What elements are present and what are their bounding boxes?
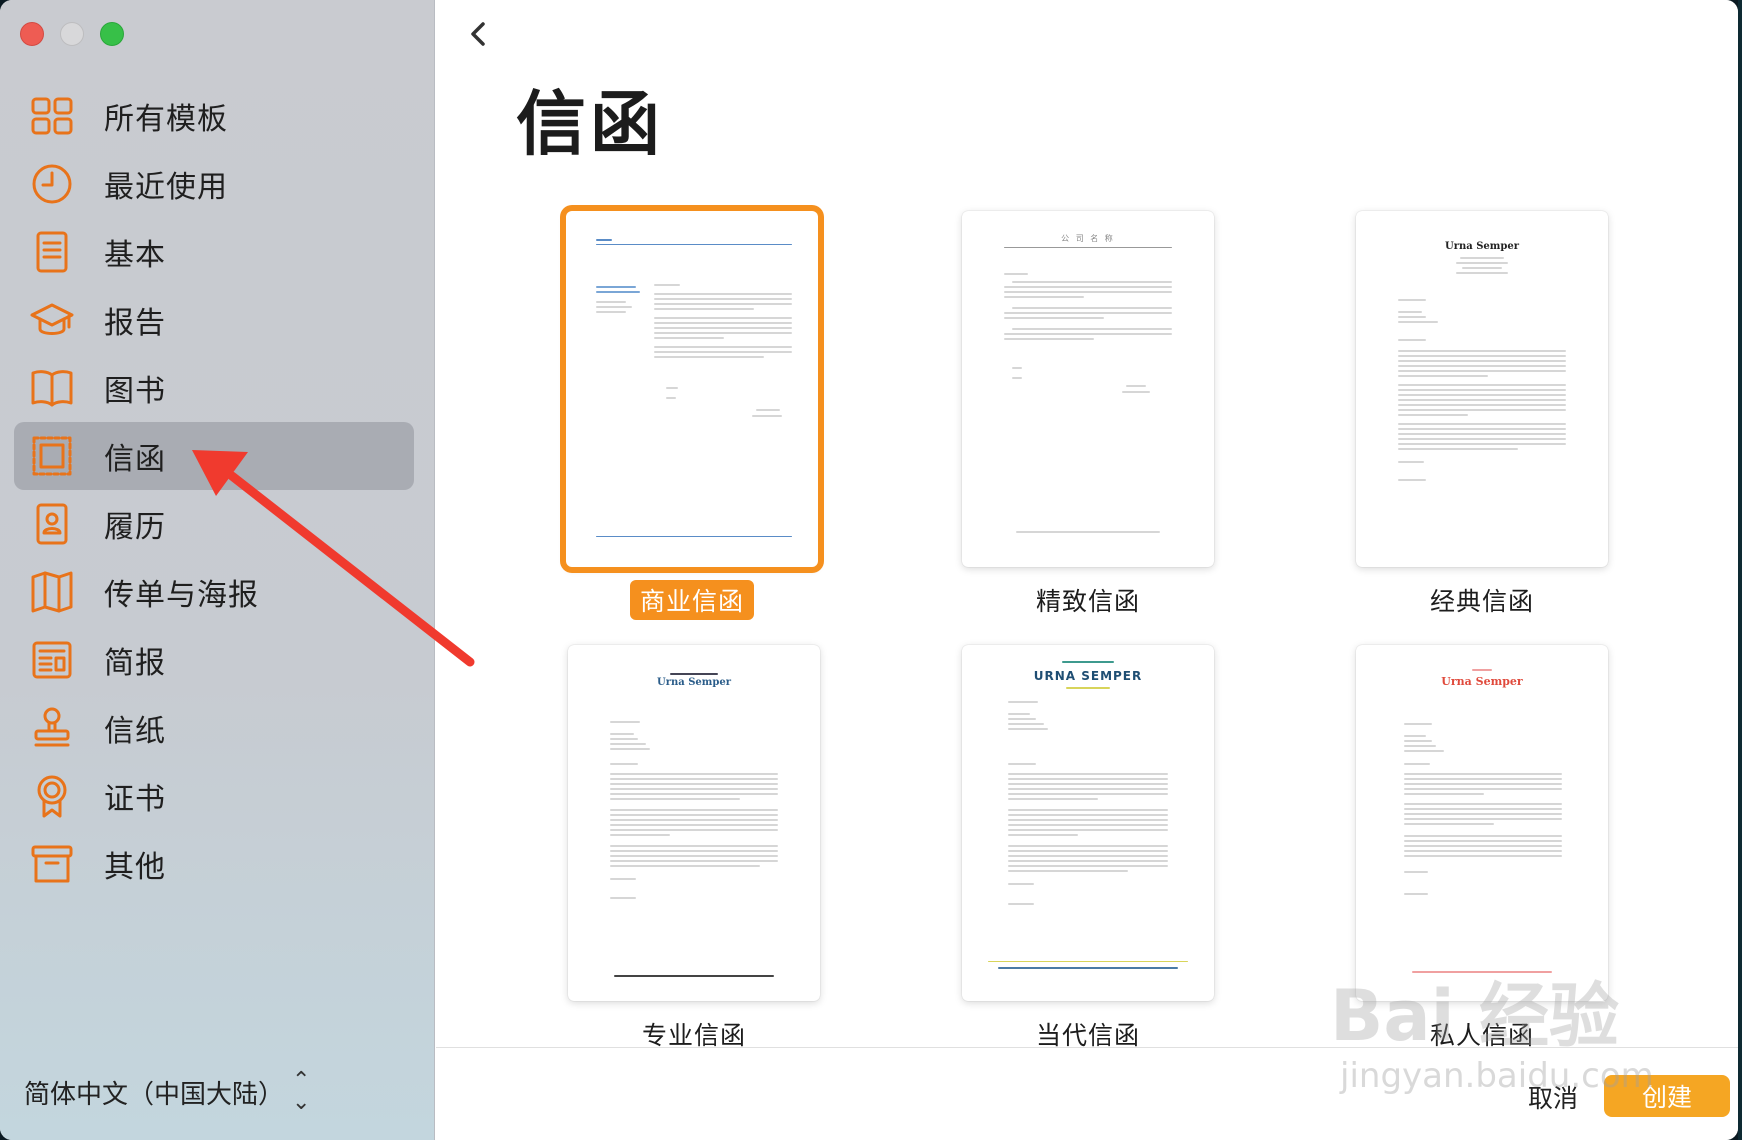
sidebar-item-label: 最近使用 xyxy=(104,170,228,205)
template-thumbnail-personal-letter[interactable]: Urna Semper xyxy=(1356,645,1608,1001)
sidebar-item-label: 其他 xyxy=(104,850,166,885)
book-icon xyxy=(28,364,76,412)
newsletter-icon xyxy=(28,636,76,684)
sidebar-item-label: 证书 xyxy=(104,782,166,817)
sidebar: 所有模板 最近使用 基本 报告 图书 信函 履历 传单与海报 简报 信纸 证书 … xyxy=(0,0,435,1140)
thumbnail-name: Urna Semper xyxy=(1444,241,1519,252)
thumbnail-company-name: 公 司 名 称 xyxy=(1061,234,1115,243)
sidebar-item-label: 履历 xyxy=(104,510,166,545)
graduation-cap-icon xyxy=(28,296,76,344)
sidebar-item-flyers-posters[interactable]: 传单与海报 xyxy=(14,558,414,626)
clock-icon xyxy=(28,160,76,208)
sidebar-item-label: 基本 xyxy=(104,238,166,273)
sidebar-item-books[interactable]: 图书 xyxy=(14,354,414,422)
archive-box-icon xyxy=(28,840,76,888)
template-thumbnail-business-letter[interactable] xyxy=(566,211,818,567)
back-button[interactable] xyxy=(458,14,498,54)
language-label: 简体中文（中国大陆） xyxy=(24,1079,285,1110)
minimize-window-button[interactable] xyxy=(60,22,84,46)
ribbon-award-icon xyxy=(28,772,76,820)
id-badge-icon xyxy=(28,500,76,548)
sidebar-item-stationery[interactable]: 信纸 xyxy=(14,694,414,762)
category-list: 所有模板 最近使用 基本 报告 图书 信函 履历 传单与海报 简报 信纸 证书 … xyxy=(14,82,414,898)
grid-icon xyxy=(28,92,76,140)
template-label-professional-letter[interactable]: 专业信函 xyxy=(568,1014,820,1054)
sidebar-item-basic[interactable]: 基本 xyxy=(14,218,414,286)
thumbnail-name: URNA SEMPER xyxy=(1033,669,1143,683)
template-thumbnail-elegant-letter[interactable]: 公 司 名 称 xyxy=(962,211,1214,567)
sidebar-item-label: 所有模板 xyxy=(104,102,228,137)
template-label-contemporary-letter[interactable]: 当代信函 xyxy=(962,1014,1214,1054)
watermark-url: jingyan.baidu.com xyxy=(1340,1056,1654,1096)
up-down-chevron-icon: ⌃ ⌄ xyxy=(292,1068,311,1115)
zoom-window-button[interactable] xyxy=(100,22,124,46)
sidebar-item-resumes[interactable]: 履历 xyxy=(14,490,414,558)
sidebar-item-newsletters[interactable]: 简报 xyxy=(14,626,414,694)
watermark-logo: Bai 经验 xyxy=(1330,975,1619,1057)
document-icon xyxy=(28,228,76,276)
sidebar-item-label: 信函 xyxy=(104,442,166,477)
sidebar-item-reports[interactable]: 报告 xyxy=(14,286,414,354)
language-selector[interactable]: 简体中文（中国大陆） ⌃ ⌄ xyxy=(24,1070,310,1114)
rubber-stamp-icon xyxy=(28,704,76,752)
window-controls xyxy=(20,22,124,46)
sidebar-item-label: 简报 xyxy=(104,646,166,681)
thumbnail-name: Urna Semper xyxy=(1441,675,1523,688)
sidebar-item-label: 传单与海报 xyxy=(104,578,259,613)
template-label-business-letter[interactable]: 商业信函 xyxy=(566,580,818,620)
page-title: 信函 xyxy=(516,83,664,165)
map-fold-icon xyxy=(28,568,76,616)
template-label-classic-letter[interactable]: 经典信函 xyxy=(1356,580,1608,620)
stamp-icon xyxy=(28,432,76,480)
sidebar-item-recent[interactable]: 最近使用 xyxy=(14,150,414,218)
template-thumbnail-contemporary-letter[interactable]: URNA SEMPER xyxy=(962,645,1214,1001)
sidebar-item-letters[interactable]: 信函 xyxy=(14,422,414,490)
sidebar-item-other[interactable]: 其他 xyxy=(14,830,414,898)
chevron-left-icon xyxy=(471,22,485,46)
template-label-elegant-letter[interactable]: 精致信函 xyxy=(962,580,1214,620)
close-window-button[interactable] xyxy=(20,22,44,46)
sidebar-item-all-templates[interactable]: 所有模板 xyxy=(14,82,414,150)
thumbnail-name: Urna Semper xyxy=(656,677,731,688)
desktop-background-edge xyxy=(1738,0,1742,1140)
sidebar-item-label: 报告 xyxy=(104,306,166,341)
template-thumbnail-professional-letter[interactable]: Urna Semper xyxy=(568,645,820,1001)
sidebar-item-label: 信纸 xyxy=(104,714,166,749)
sidebar-item-label: 图书 xyxy=(104,374,166,409)
sidebar-item-certificates[interactable]: 证书 xyxy=(14,762,414,830)
template-thumbnail-classic-letter[interactable]: Urna Semper xyxy=(1356,211,1608,567)
